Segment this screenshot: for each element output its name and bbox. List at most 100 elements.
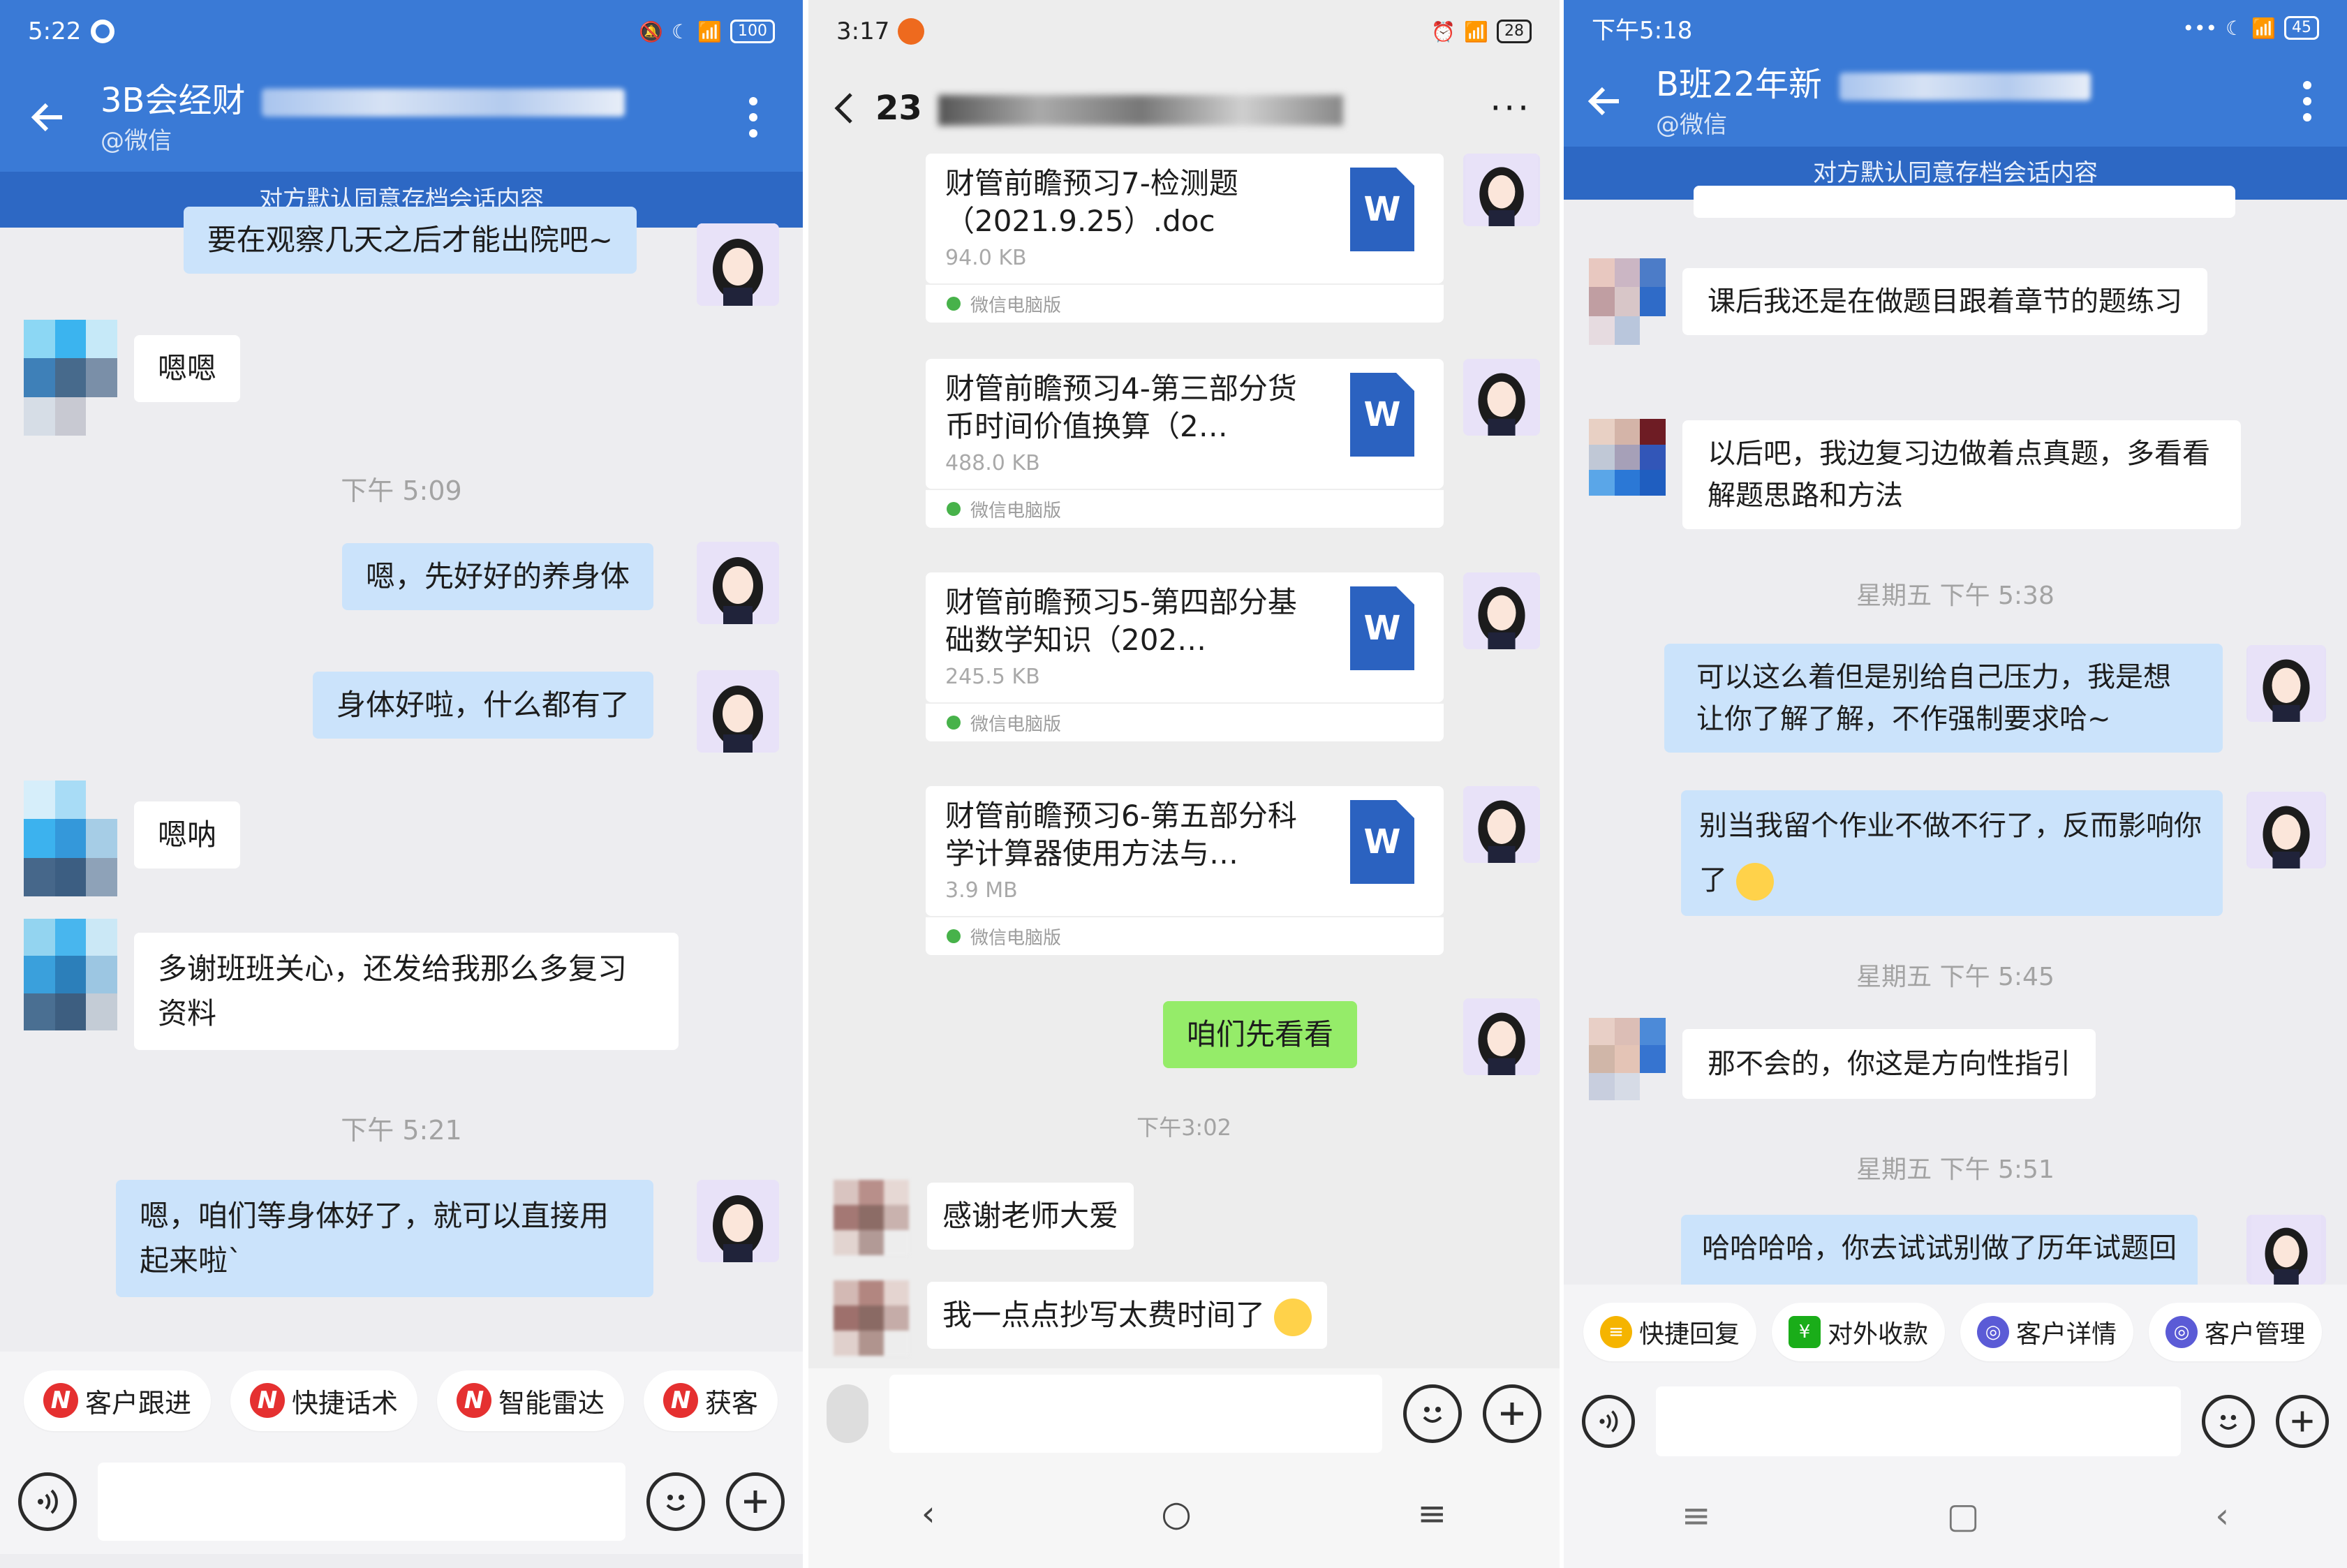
message-row: 要在观察几天之后才能出院吧~ — [183, 207, 637, 274]
agent-avatar[interactable] — [697, 542, 779, 624]
contact-avatar[interactable] — [1589, 258, 1666, 345]
message-bubble[interactable]: 嗯嗯 — [134, 335, 241, 402]
file-source: 微信电脑版 — [970, 295, 1062, 316]
message-input[interactable] — [1656, 1386, 2181, 1456]
emoji-icon[interactable] — [2202, 1395, 2255, 1448]
voice-icon[interactable] — [1582, 1395, 1635, 1448]
agent-avatar[interactable] — [697, 670, 779, 753]
message-bubble[interactable]: 感谢老师大爱 — [927, 1183, 1134, 1250]
plus-icon[interactable] — [1483, 1384, 1541, 1443]
message-row: 那不会的，你这是方向性指引 — [1682, 1029, 2096, 1099]
agent-avatar[interactable] — [1463, 154, 1540, 226]
message-bubble[interactable]: 嗯，先好好的养身体 — [341, 543, 653, 610]
chat-header: 3B会经财 @微信 — [0, 63, 803, 172]
toolbar-customer-management[interactable]: ◎ 客户管理 — [2149, 1303, 2323, 1361]
file-source: 微信电脑版 — [970, 927, 1062, 949]
file-message[interactable]: 财管前瞻预习4-第三部分货币时间价值换算（2… 488.0 KB W 微信电脑版 — [926, 359, 1444, 528]
wechat-pc-icon — [947, 502, 961, 516]
toolbar-customer-details[interactable]: ◎ 客户详情 — [1960, 1303, 2134, 1361]
toolbar-acquire[interactable]: N 获客 — [644, 1370, 778, 1431]
nav-home-icon[interactable]: ▢ — [1946, 1495, 1979, 1536]
agent-avatar[interactable] — [2246, 645, 2326, 722]
back-arrow-icon[interactable] — [1574, 70, 1636, 133]
quick-toolbar: ≡ 快捷回复 ¥ 对外收款 ◎ 客户详情 ◎ 客户管理 — [1564, 1285, 2347, 1380]
status-bar: 5:22 🔕 ☾ 📶 100 — [0, 0, 803, 63]
contact-avatar[interactable] — [24, 320, 117, 436]
message-bubble[interactable]: 哈哈哈哈，你去试试别做了历年试题回 — [1681, 1215, 2198, 1292]
agent-avatar[interactable] — [1463, 359, 1540, 436]
message-bubble[interactable]: 课后我还是在做题目跟着章节的题练习 — [1682, 268, 2207, 335]
message-bubble[interactable]: 身体好啦，什么都有了 — [312, 672, 653, 739]
nav-menu-icon[interactable]: ≡ — [1682, 1495, 1711, 1536]
contact-avatar[interactable] — [24, 919, 117, 1030]
toolbar-external-payment[interactable]: ¥ 对外收款 — [1772, 1303, 1946, 1361]
message-bubble[interactable]: 咱们先看看 — [1162, 1001, 1357, 1068]
brand-logo-icon: N — [43, 1383, 78, 1418]
message-bubble[interactable]: 嗯，咱们等身体好了，就可以直接用起来啦` — [116, 1180, 653, 1297]
contact-avatar[interactable] — [834, 1180, 909, 1255]
agent-avatar[interactable] — [2246, 1215, 2326, 1285]
plus-icon[interactable] — [2276, 1395, 2329, 1448]
contact-avatar[interactable] — [834, 1280, 909, 1356]
toolbar-quick-reply[interactable]: ≡ 快捷回复 — [1583, 1303, 1757, 1361]
message-row: 嗯嗯 — [134, 335, 241, 402]
back-chevron-icon[interactable] — [813, 77, 875, 140]
voice-icon[interactable] — [18, 1472, 77, 1531]
system-nav-bar: ‹ ○ ≡ — [808, 1459, 1560, 1568]
word-file-icon: W — [1350, 373, 1414, 457]
toolbar-quick-phrases[interactable]: N 快捷话术 — [230, 1370, 418, 1431]
agent-avatar[interactable] — [697, 1180, 779, 1262]
timestamp: 星期五 下午 5:45 — [1856, 963, 2054, 991]
message-bubble[interactable]: 我一点点抄写太费时间了 — [927, 1282, 1328, 1349]
emoji-icon[interactable] — [1403, 1384, 1462, 1443]
file-message[interactable]: 财管前瞻预习6-第五部分科学计算器使用方法与… 3.9 MB W 微信电脑版 — [926, 786, 1444, 955]
kebab-icon[interactable] — [722, 97, 785, 138]
message-bubble[interactable]: 以后吧，我边复习边做着点真题，多看看解题思路和方法 — [1682, 420, 2241, 529]
timestamp: 下午 5:09 — [341, 475, 462, 506]
message-bubble[interactable]: 可以这么着但是别给自己压力，我是想让你了解了解，不作强制要求哈~ — [1664, 644, 2223, 753]
kebab-icon[interactable] — [2276, 81, 2339, 121]
status-icons: 🔕 ☾ 📶 100 — [639, 20, 775, 43]
message-bubble[interactable]: 要在观察几天之后才能出院吧~ — [183, 207, 637, 274]
plus-icon[interactable] — [726, 1472, 785, 1531]
alarm-icon: ⏰ — [1431, 20, 1456, 43]
agent-avatar[interactable] — [2246, 792, 2326, 868]
contact-avatar[interactable] — [1589, 1018, 1666, 1100]
toolbar-customer-followup[interactable]: N 客户跟进 — [24, 1370, 212, 1431]
file-message[interactable]: 财管前瞻预习7-检测题（2021.9.25）.doc 94.0 KB W 微信电… — [926, 154, 1444, 323]
system-nav-bar: ≡ ▢ ‹ — [1564, 1463, 2347, 1568]
message-bubble[interactable]: 嗯呐 — [134, 801, 241, 868]
message-bubble[interactable]: 那不会的，你这是方向性指引 — [1682, 1029, 2096, 1099]
quick-reply-icon: ≡ — [1600, 1316, 1632, 1348]
message-row: 嗯，先好好的养身体 — [341, 543, 653, 610]
back-arrow-icon[interactable] — [17, 86, 80, 149]
agent-avatar[interactable] — [1463, 572, 1540, 649]
message-row: 嗯呐 — [134, 801, 241, 868]
file-title: 财管前瞻预习5-第四部分基础数学知识（202… — [945, 585, 1297, 657]
timestamp: 星期五 下午 5:38 — [1856, 582, 2054, 610]
more-icon[interactable]: ··· — [1490, 88, 1532, 128]
message-bubble[interactable]: 别当我留个作业不做不行了，反而影响你了 — [1681, 790, 2223, 916]
emoji-icon[interactable] — [646, 1472, 705, 1531]
chat-panel-2: 3:17 ⏰ 📶 28 23 ··· 财管前瞻预习7-检测题（2021.9.25… — [808, 0, 1560, 1568]
agent-avatar[interactable] — [1463, 786, 1540, 863]
file-message[interactable]: 财管前瞻预习5-第四部分基础数学知识（202… 245.5 KB W 微信电脑版 — [926, 572, 1444, 741]
chat-title: B班22年新 — [1656, 64, 1823, 104]
agent-avatar[interactable] — [1463, 998, 1540, 1075]
voice-icon[interactable] — [827, 1384, 868, 1443]
contact-avatar[interactable] — [1589, 419, 1666, 496]
message-bubble[interactable]: 多谢班班关心，还发给我那么多复习资料 — [134, 933, 679, 1050]
nav-back-icon[interactable]: ‹ — [2215, 1495, 2229, 1536]
nav-home-icon[interactable]: ○ — [1161, 1493, 1192, 1534]
nav-back-icon[interactable]: ‹ — [921, 1493, 935, 1534]
message-list: 课后我还是在做题目跟着章节的题练习 以后吧，我边复习边做着点真题，多看看解题思路… — [1564, 186, 2347, 1292]
nav-menu-icon[interactable]: ≡ — [1417, 1493, 1446, 1534]
contact-avatar[interactable] — [24, 781, 117, 896]
message-input[interactable] — [889, 1375, 1382, 1453]
toolbar-smart-radar[interactable]: N 智能雷达 — [437, 1370, 625, 1431]
agent-avatar[interactable] — [697, 223, 779, 306]
app-notification-icon — [898, 18, 925, 45]
wechat-pc-icon — [947, 297, 961, 311]
message-input[interactable] — [98, 1463, 625, 1541]
embarrassed-emoji-icon — [1735, 863, 1774, 901]
